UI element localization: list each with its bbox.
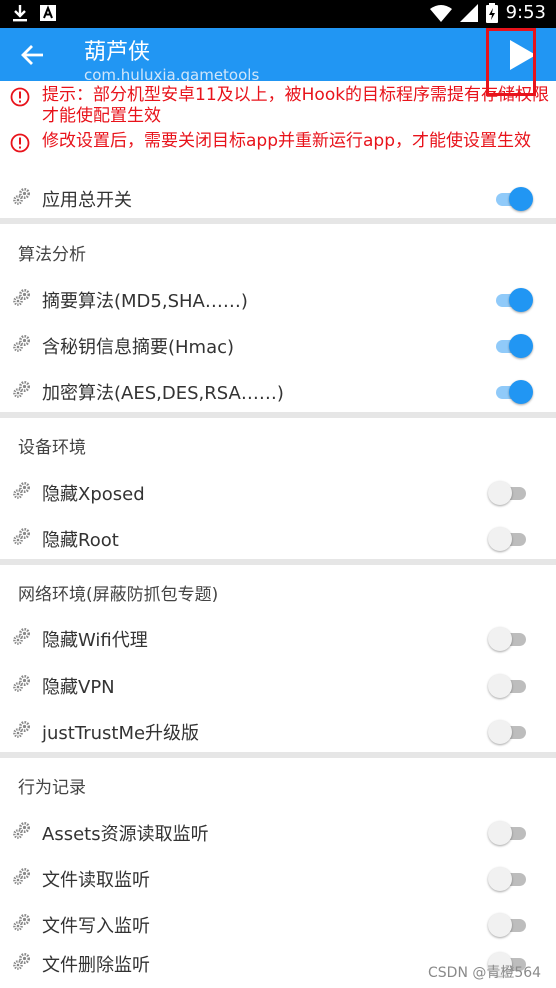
toggle-switch[interactable] <box>488 287 533 313</box>
app-title: 葫芦侠 <box>84 40 151 65</box>
section-divider <box>0 752 556 758</box>
setting-label: 文件删除监听 <box>42 955 150 976</box>
section-header: 行为记录 <box>18 778 86 798</box>
wifi-icon <box>429 4 452 22</box>
status-bar: 9:53 <box>0 0 556 28</box>
app-notification-icon <box>40 5 56 21</box>
section-header: 网络环境(屏蔽防抓包专题) <box>18 585 219 605</box>
play-icon[interactable] <box>508 38 538 72</box>
gear-icon <box>13 188 31 205</box>
setting-label: 应用总开关 <box>42 190 132 211</box>
setting-row[interactable]: 摘要算法(MD5,SHA……) <box>0 277 556 323</box>
toggle-switch[interactable] <box>488 820 532 846</box>
toggle-switch[interactable] <box>488 526 532 552</box>
gear-icon <box>13 380 31 398</box>
toggle-switch[interactable] <box>488 186 533 212</box>
setting-label: 隐藏Wifi代理 <box>42 630 148 651</box>
setting-label: Assets资源读取监听 <box>42 824 209 845</box>
app-bar: 葫芦侠 com.huluxia.gametools <box>0 28 556 81</box>
setting-row[interactable]: 含秘钥信息摘要(Hmac) <box>0 323 556 369</box>
alert-circle-icon <box>10 133 30 153</box>
section-header: 设备环境 <box>18 438 86 458</box>
toggle-switch[interactable] <box>488 866 532 892</box>
warning-text: 提示：部分机型安卓11及以上，被Hook的目标程序需提有存储权限才能使配置生效 <box>42 85 550 126</box>
gear-icon <box>13 720 31 738</box>
toggle-switch[interactable] <box>488 719 532 745</box>
gear-icon <box>13 952 31 970</box>
gear-icon <box>13 867 31 885</box>
setting-label: justTrustMe升级版 <box>42 723 200 744</box>
gear-icon <box>13 913 31 931</box>
warning-message: 修改设置后，需要关闭目标app并重新运行app，才能使设置生效 <box>10 131 550 153</box>
setting-label: 隐藏Xposed <box>42 484 145 505</box>
setting-row-master-switch[interactable]: 应用总开关 <box>0 176 556 222</box>
toggle-switch[interactable] <box>488 912 532 938</box>
section-header: 算法分析 <box>18 245 86 265</box>
setting-label: 加密算法(AES,DES,RSA……) <box>42 383 284 404</box>
toggle-switch[interactable] <box>488 626 532 652</box>
gear-icon <box>13 674 31 692</box>
back-arrow-icon[interactable] <box>20 42 46 68</box>
section-divider <box>0 218 556 224</box>
gear-icon <box>13 527 31 545</box>
toggle-switch[interactable] <box>488 333 533 359</box>
setting-row[interactable]: 隐藏VPN <box>0 663 556 709</box>
gear-icon <box>13 288 31 306</box>
toggle-switch[interactable] <box>488 480 532 506</box>
toggle-switch[interactable] <box>488 673 532 699</box>
warning-message: 提示：部分机型安卓11及以上，被Hook的目标程序需提有存储权限才能使配置生效 <box>10 85 550 127</box>
setting-row[interactable]: Assets资源读取监听 <box>0 810 556 856</box>
gear-icon <box>13 821 31 839</box>
setting-row[interactable]: 隐藏Wifi代理 <box>0 616 556 662</box>
gear-icon <box>13 334 31 352</box>
setting-row[interactable]: 加密算法(AES,DES,RSA……) <box>0 369 556 415</box>
toggle-switch[interactable] <box>488 379 533 405</box>
status-time: 9:53 <box>505 2 546 23</box>
setting-label: 摘要算法(MD5,SHA……) <box>42 291 248 312</box>
setting-row[interactable]: justTrustMe升级版 <box>0 709 556 755</box>
setting-label: 文件写入监听 <box>42 916 150 937</box>
setting-label: 隐藏VPN <box>42 677 115 698</box>
setting-row[interactable]: 隐藏Xposed <box>0 470 556 516</box>
setting-row[interactable]: 隐藏Root <box>0 516 556 562</box>
battery-icon <box>485 2 498 23</box>
app-package-name: com.huluxia.gametools <box>84 66 260 81</box>
setting-label: 文件读取监听 <box>42 870 150 891</box>
warning-text: 修改设置后，需要关闭目标app并重新运行app，才能使设置生效 <box>42 131 531 151</box>
setting-label: 含秘钥信息摘要(Hmac) <box>42 337 235 358</box>
section-divider <box>0 412 556 418</box>
signal-icon <box>459 3 478 22</box>
setting-row[interactable]: 文件读取监听 <box>0 856 556 902</box>
alert-circle-icon <box>10 87 30 107</box>
setting-label: 隐藏Root <box>42 530 119 551</box>
download-icon <box>13 5 27 22</box>
watermark: CSDN @青橙564 <box>428 965 542 981</box>
section-divider <box>0 559 556 565</box>
gear-icon <box>13 627 31 645</box>
gear-icon <box>13 481 31 499</box>
